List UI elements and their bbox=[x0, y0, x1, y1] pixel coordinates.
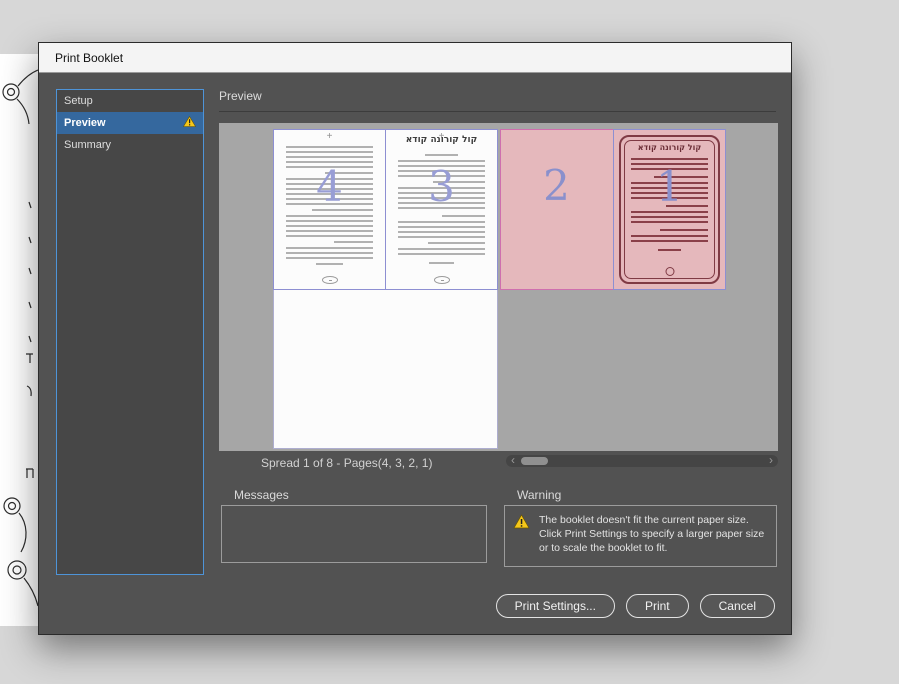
page-number: 2 bbox=[543, 161, 570, 210]
nav-item-label: Preview bbox=[64, 117, 106, 129]
warning-box: The booklet doesn't fit the current pape… bbox=[504, 505, 777, 567]
crop-mark-icon: + bbox=[326, 131, 333, 142]
nav-item-setup[interactable]: Setup bbox=[57, 90, 203, 112]
spread-info: Spread 1 of 8 - Pages(4, 3, 2, 1) bbox=[261, 456, 433, 470]
page-number: 3 bbox=[428, 162, 455, 211]
ornamental-border bbox=[2, 69, 39, 607]
messages-label: Messages bbox=[234, 488, 289, 502]
nav-item-label: Summary bbox=[64, 139, 112, 151]
dialog-buttons: Print Settings... Print Cancel bbox=[495, 594, 775, 618]
nav-item-summary[interactable]: Summary bbox=[57, 134, 203, 156]
folio-ornament bbox=[321, 276, 338, 284]
scroll-right-icon[interactable]: › bbox=[765, 454, 777, 467]
page-3-thumbnail: + קול קורונה קודא 3 bbox=[385, 129, 498, 290]
nav-item-preview[interactable]: Preview bbox=[57, 112, 203, 134]
cover-ornament bbox=[665, 267, 674, 276]
page-2-thumbnail: 2 bbox=[500, 129, 613, 290]
print-settings-button[interactable]: Print Settings... bbox=[495, 594, 615, 618]
page-number: 4 bbox=[316, 162, 343, 211]
folio-ornament bbox=[433, 276, 450, 284]
preview-canvas: + 4 + קול קורונה קודא 3 2 קול קורונה קוד… bbox=[219, 123, 778, 451]
background-document bbox=[0, 54, 39, 626]
section-divider bbox=[219, 111, 776, 112]
dialog-titlebar[interactable]: Print Booklet bbox=[39, 43, 791, 73]
page-1-thumbnail: קול קורונה קודא 1 bbox=[613, 129, 726, 290]
scrollbar-thumb[interactable] bbox=[521, 457, 548, 465]
scroll-left-icon[interactable]: ‹ bbox=[507, 454, 519, 467]
desktop: Print Booklet Setup Preview Summary Prev… bbox=[0, 0, 899, 684]
warning-icon bbox=[182, 115, 197, 130]
preview-section-heading: Preview bbox=[219, 89, 262, 103]
print-booklet-dialog: Print Booklet Setup Preview Summary Prev… bbox=[38, 42, 792, 635]
cover-title: קול קורונה קודא bbox=[637, 143, 702, 152]
page-4-thumbnail: + 4 bbox=[273, 129, 386, 290]
messages-box bbox=[221, 505, 487, 563]
warning-icon bbox=[513, 514, 530, 534]
preview-scrollbar[interactable]: ‹ › bbox=[506, 454, 778, 467]
page-number: 1 bbox=[656, 162, 683, 211]
cancel-button[interactable]: Cancel bbox=[699, 594, 775, 618]
warning-text: The booklet doesn't fit the current pape… bbox=[539, 514, 765, 554]
settings-nav: Setup Preview Summary bbox=[56, 89, 204, 575]
running-head: קול קורונה קודא bbox=[405, 135, 478, 145]
nav-item-label: Setup bbox=[64, 95, 93, 107]
warning-label: Warning bbox=[517, 488, 562, 502]
print-button[interactable]: Print bbox=[625, 594, 689, 618]
dialog-title: Print Booklet bbox=[55, 50, 124, 65]
